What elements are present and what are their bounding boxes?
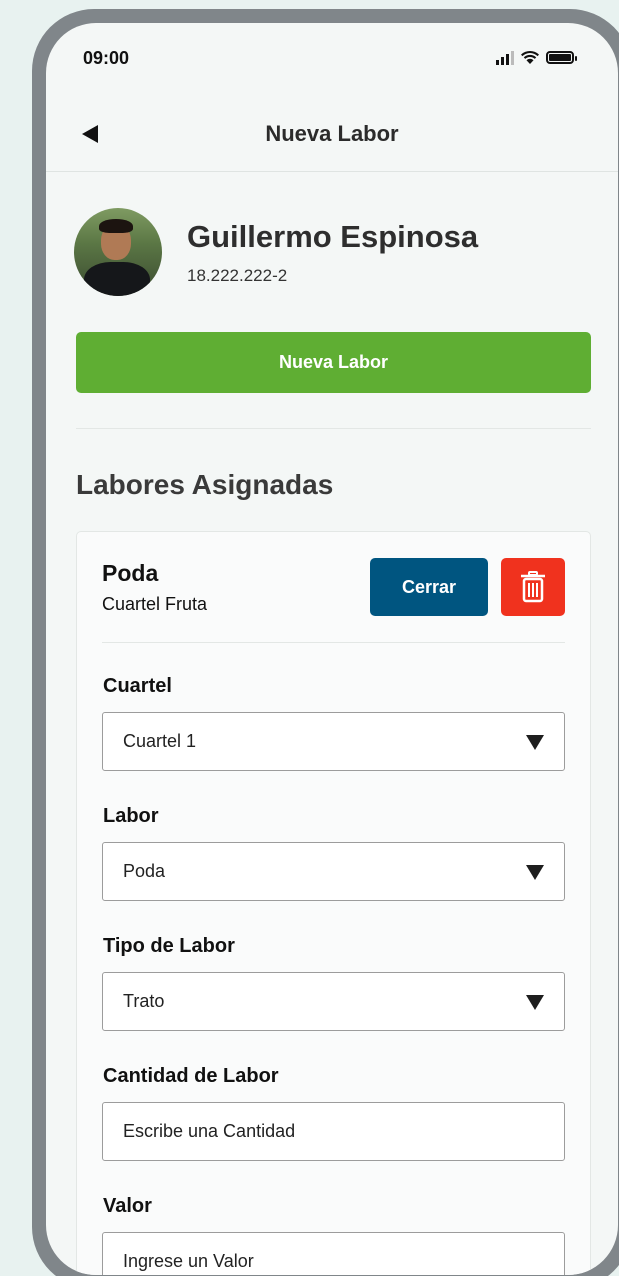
dropdown-arrow-icon [526,735,544,750]
dropdown-arrow-icon [526,865,544,880]
user-id: 18.222.222-2 [187,266,288,285]
app-screen: 09:00 Nueva Labor Guillermo Espinosa 18.… [46,23,618,1275]
battery-icon [546,51,577,64]
cuartel-select[interactable]: Cuartel 1 [102,712,565,771]
labor-value: Poda [123,861,166,881]
labor-card: Poda Cuartel Fruta Cerrar Cuartel Cuarte… [76,531,591,1275]
labor-select[interactable]: Poda [102,842,565,901]
labor-label: Labor [103,805,159,827]
status-icons [496,50,577,65]
wifi-icon [521,50,539,64]
cantidad-label: Cantidad de Labor [103,1065,279,1087]
tipo-labor-value: Trato [123,991,165,1011]
app-header: Nueva Labor [46,95,618,172]
tipo-labor-select[interactable]: Trato [102,972,565,1031]
new-labor-button[interactable]: Nueva Labor [76,332,591,393]
signal-icon [496,50,514,65]
page-title: Nueva Labor [265,121,399,146]
cantidad-input[interactable] [102,1102,565,1161]
status-time: 09:00 [83,48,130,68]
cuartel-label: Cuartel [103,675,172,697]
avatar [74,208,162,296]
cuartel-value: Cuartel 1 [123,731,197,751]
valor-label: Valor [103,1195,152,1217]
dropdown-arrow-icon [526,995,544,1010]
phone-frame: 09:00 Nueva Labor Guillermo Espinosa 18.… [32,9,619,1276]
tipo-labor-label: Tipo de Labor [103,935,235,957]
close-button[interactable]: Cerrar [370,558,488,616]
trash-icon [521,571,545,603]
user-name: Guillermo Espinosa [187,219,479,254]
card-divider [102,642,565,643]
card-title: Poda [102,560,159,586]
divider [76,428,591,429]
card-subtitle: Cuartel Fruta [102,594,208,614]
section-title: Labores Asignadas [76,469,334,500]
delete-button[interactable] [501,558,565,616]
valor-input[interactable] [102,1232,565,1275]
